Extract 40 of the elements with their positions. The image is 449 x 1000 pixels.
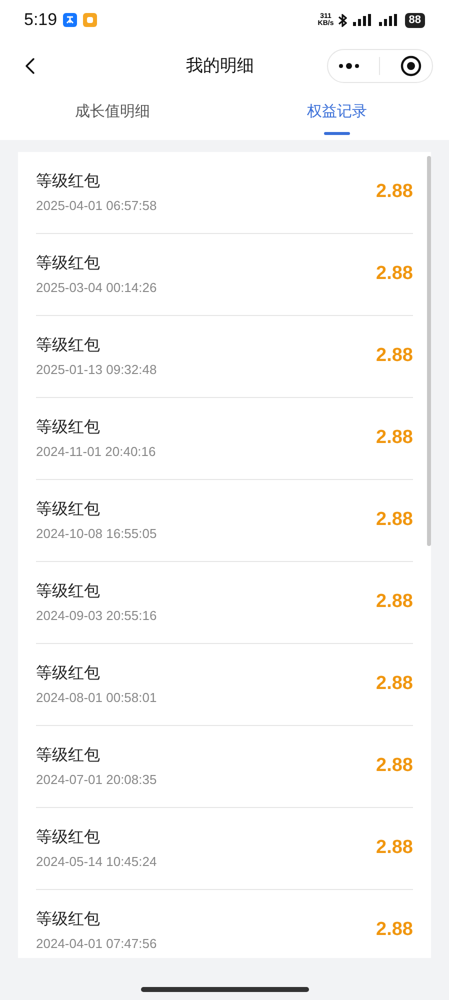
record-title: 等级红包 <box>36 500 101 520</box>
record-amount: 2.88 <box>376 672 413 696</box>
status-time: 5:19 <box>24 9 58 32</box>
page-title: 我的明细 <box>186 55 254 78</box>
record-time: 2024-07-01 20:08:35 <box>36 772 157 788</box>
record-amount: 2.88 <box>376 426 413 450</box>
record-time: 2024-09-03 20:55:16 <box>36 608 157 624</box>
record-title: 等级红包 <box>36 910 101 930</box>
record-time: 2024-08-01 00:58:01 <box>36 690 157 706</box>
tab[interactable]: 权益记录 <box>224 92 449 140</box>
record-time: 2024-04-01 07:47:56 <box>36 936 157 952</box>
record-title: 等级红包 <box>36 172 101 192</box>
record-time: 2024-11-01 20:40:16 <box>36 444 156 460</box>
record-title: 等级红包 <box>36 746 101 766</box>
app-icon <box>83 13 98 27</box>
record-amount: 2.88 <box>376 836 413 860</box>
record-amount: 2.88 <box>376 262 413 286</box>
record-amount: 2.88 <box>376 344 413 368</box>
record-title: 等级红包 <box>36 418 101 438</box>
battery-level: 88 <box>404 12 425 28</box>
record-amount: 2.88 <box>376 918 413 942</box>
record-time: 2025-01-13 09:32:48 <box>36 362 157 378</box>
record-title: 等级红包 <box>36 582 101 602</box>
record-title: 等级红包 <box>36 254 101 274</box>
record-time: 2025-03-04 00:14:26 <box>36 280 157 296</box>
record-title: 等级红包 <box>36 336 101 356</box>
record-title: 等级红包 <box>36 828 101 848</box>
record-time: 2024-10-08 16:55:05 <box>36 526 157 542</box>
record-time: 2025-04-01 06:57:58 <box>36 198 157 214</box>
record-amount: 2.88 <box>376 508 413 532</box>
record-amount: 2.88 <box>376 590 413 614</box>
app-icon <box>63 13 78 27</box>
more-icon[interactable] <box>338 63 360 69</box>
record-amount: 2.88 <box>376 754 413 778</box>
record-time: 2024-05-14 10:45:24 <box>36 854 157 870</box>
close-icon[interactable] <box>400 55 422 77</box>
bluetooth-icon <box>338 14 347 26</box>
tab[interactable]: 成长值明细 <box>0 92 224 140</box>
record-amount: 2.88 <box>376 180 413 204</box>
record-title: 等级红包 <box>36 664 101 684</box>
